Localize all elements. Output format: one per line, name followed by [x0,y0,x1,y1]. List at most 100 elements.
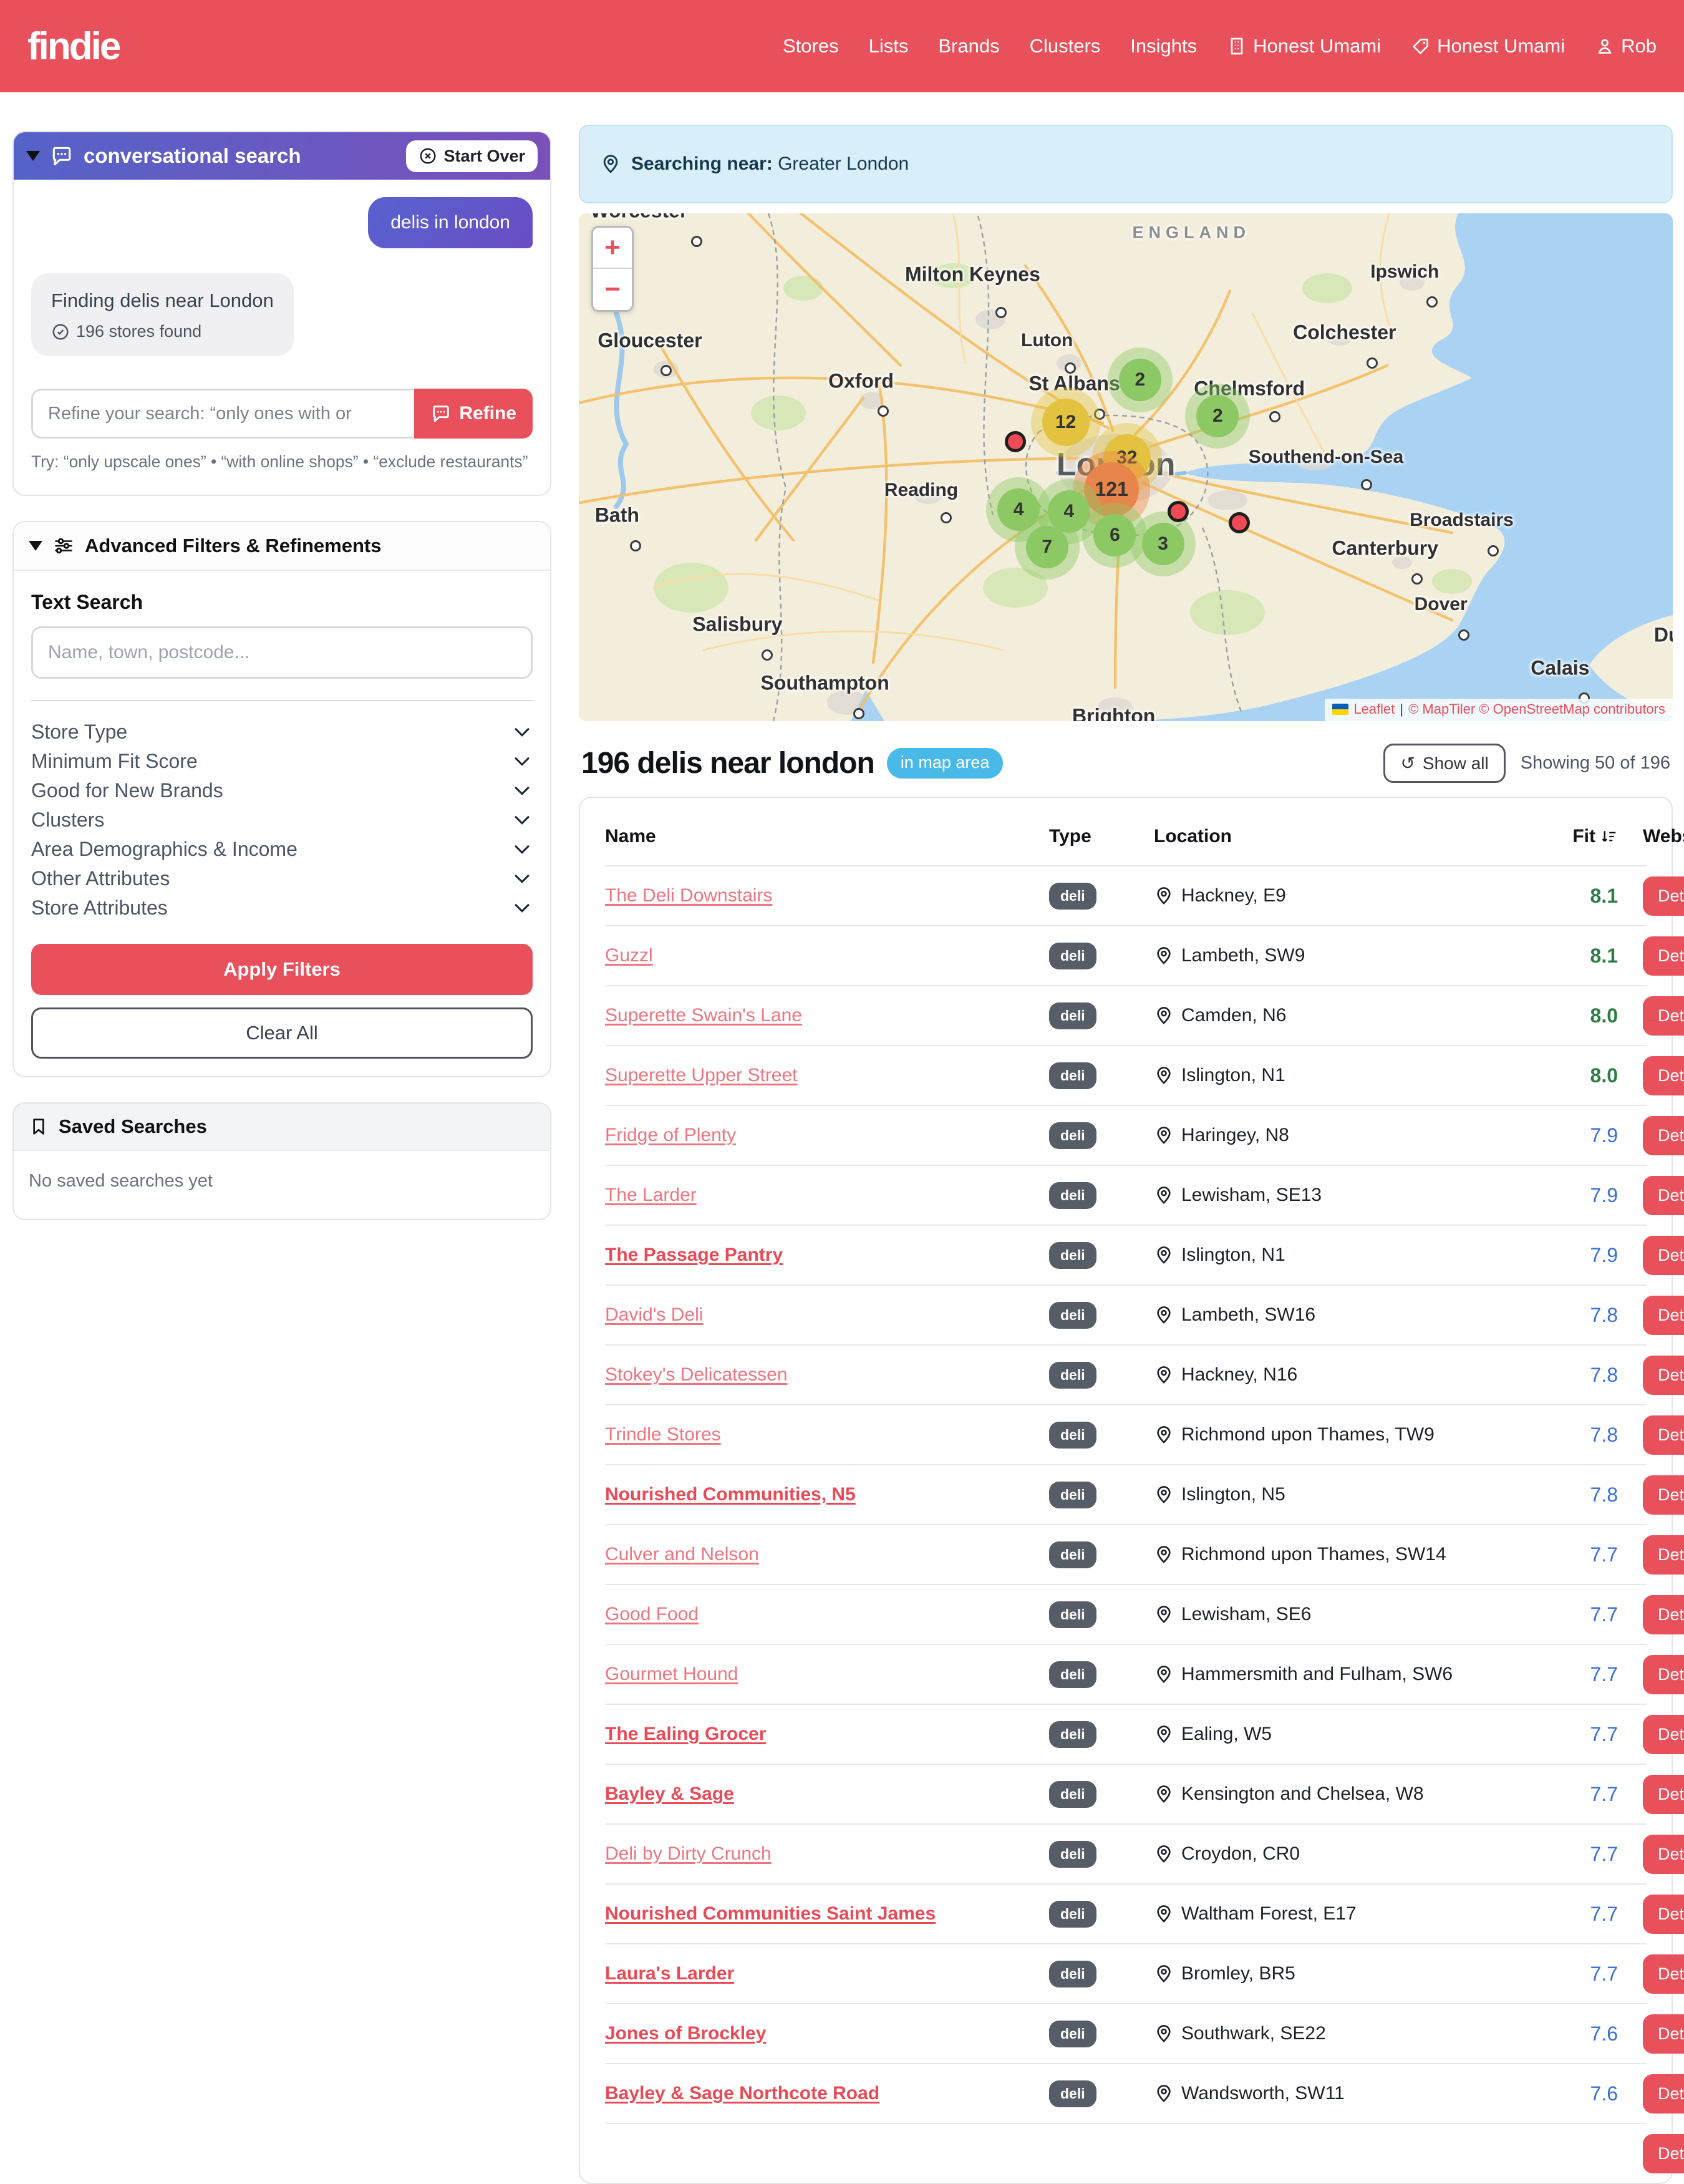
fit-score: 7.6 [1548,2022,1618,2046]
details-button[interactable]: Details [1643,1475,1684,1515]
details-button[interactable]: Details [1643,2134,1684,2173]
nav-item-lists[interactable]: Lists [869,35,909,57]
store-link[interactable]: Bayley & Sage [605,1784,1024,1805]
filter-section-minimum-fit-score[interactable]: Minimum Fit Score [31,747,533,776]
nav-item-brand-honest-umami[interactable]: Honest Umami [1411,35,1565,57]
store-link[interactable]: Laura's Larder [605,1963,1024,1984]
filter-section-good-for-new-brands[interactable]: Good for New Brands [31,776,533,805]
store-link[interactable]: The Larder [605,1185,1024,1206]
store-link[interactable]: Good Food [605,1604,1024,1625]
collapse-triangle-icon[interactable] [29,541,42,551]
fit-score: 7.7 [1548,1783,1618,1806]
details-button[interactable]: Details [1643,1954,1684,1994]
store-link[interactable]: David's Deli [605,1304,1024,1326]
filter-section-store-type[interactable]: Store Type [31,717,533,747]
chevron-down-icon[interactable] [511,721,533,742]
nav-item-user-rob[interactable]: Rob [1595,35,1657,57]
chevron-down-icon[interactable] [511,750,533,772]
store-marker[interactable] [1168,501,1189,522]
details-button[interactable]: Details [1643,1296,1684,1335]
details-button[interactable]: Details [1643,1775,1684,1814]
nav-item-insights[interactable]: Insights [1130,35,1197,57]
clear-all-button[interactable]: Clear All [31,1007,533,1059]
details-button[interactable]: Details [1643,1116,1684,1155]
fit-score: 7.9 [1548,1124,1618,1147]
nav-item-stores[interactable]: Stores [783,35,839,57]
store-link[interactable]: Culver and Nelson [605,1544,1024,1565]
refine-search-input[interactable] [31,389,414,439]
filter-section-other-attributes[interactable]: Other Attributes [31,864,533,893]
details-button[interactable]: Details [1643,2014,1684,2054]
details-button[interactable]: Details [1643,1535,1684,1575]
store-link[interactable]: Gourmet Hound [605,1664,1024,1685]
store-link[interactable]: The Passage Pantry [605,1245,1024,1266]
store-link[interactable]: Superette Swain's Lane [605,1005,1024,1026]
show-all-button[interactable]: ↺ Show all [1383,744,1505,783]
app-logo[interactable]: findie [27,24,119,69]
table-row: Bayley & SagedeliKensington and Chelsea,… [605,1764,1647,1823]
apply-filters-button[interactable]: Apply Filters [31,944,533,995]
store-link[interactable]: Guzzl [605,945,1024,966]
chevron-down-icon[interactable] [511,809,533,830]
chevron-down-icon[interactable] [511,897,533,918]
details-button[interactable]: Details [1643,1056,1684,1095]
filter-section-store-attributes[interactable]: Store Attributes [31,893,533,923]
chevron-down-icon[interactable] [511,838,533,860]
store-link[interactable]: Bayley & Sage Northcote Road [605,2083,1024,2104]
filter-section-clusters[interactable]: Clusters [31,805,533,835]
column-header-fit[interactable]: Fit [1548,826,1618,847]
details-button[interactable]: Details [1643,1715,1684,1754]
filter-section-area-demographics-income[interactable]: Area Demographics & Income [31,835,533,864]
store-link[interactable]: Nourished Communities Saint James [605,1903,1024,1924]
store-link[interactable]: Trindle Stores [605,1424,1024,1445]
chevron-down-icon[interactable] [511,780,533,801]
refine-button[interactable]: Refine [414,389,533,439]
zoom-out-button[interactable]: − [593,269,632,310]
map-cluster-marker[interactable]: 3 [1131,512,1196,576]
nav-item-clusters[interactable]: Clusters [1030,35,1101,57]
details-button[interactable]: Details [1643,1835,1684,1874]
store-marker[interactable] [1229,512,1250,533]
sort-descending-icon [1599,827,1618,846]
details-button[interactable]: Details [1643,1595,1684,1634]
leaflet-link[interactable]: Leaflet [1353,701,1395,717]
column-header-name[interactable]: Name [605,826,1024,847]
collapse-triangle-icon[interactable] [26,151,40,161]
store-link[interactable]: Stokey's Delicatessen [605,1364,1024,1386]
details-button[interactable]: Details [1643,1895,1684,1934]
advanced-filters-header[interactable]: Advanced Filters & Refinements [14,522,550,571]
details-button[interactable]: Details [1643,996,1684,1036]
text-search-input[interactable] [31,626,533,679]
store-link[interactable]: The Deli Downstairs [605,885,1024,906]
store-marker[interactable] [1005,431,1026,452]
store-link[interactable]: Jones of Brockley [605,2023,1024,2044]
store-link[interactable]: Deli by Dirty Crunch [605,1843,1024,1865]
nav-item-org-honest-umami[interactable]: Honest Umami [1227,35,1381,57]
details-button[interactable]: Details [1643,1356,1684,1395]
details-button[interactable]: Details [1643,1176,1684,1215]
details-button[interactable]: Details [1643,936,1684,976]
nav-item-brands[interactable]: Brands [938,35,999,57]
map-cluster-marker[interactable]: 7 [1015,515,1080,580]
map[interactable]: + − WorcesterENGLANDMilton KeynesIpswich… [579,213,1673,721]
zoom-in-button[interactable]: + [593,228,632,269]
store-link[interactable]: Superette Upper Street [605,1065,1024,1086]
column-header-website[interactable]: Website [1643,826,1684,847]
details-button[interactable]: Details [1643,1415,1684,1455]
store-link[interactable]: Fridge of Plenty [605,1125,1024,1146]
details-button[interactable]: Details [1643,1236,1684,1275]
conversational-search-header[interactable]: conversational search Start Over [14,132,550,180]
column-header-type[interactable]: Type [1049,826,1129,847]
chevron-down-icon[interactable] [511,868,533,889]
store-link[interactable]: The Ealing Grocer [605,1724,1024,1745]
details-button[interactable]: Details [1643,1655,1684,1694]
details-button[interactable]: Details [1643,2074,1684,2114]
store-link[interactable]: Nourished Communities, N5 [605,1484,1024,1505]
tiles-credit-link[interactable]: © MapTiler © OpenStreetMap contributors [1408,701,1665,717]
map-cluster-marker[interactable]: 2 [1185,384,1250,449]
start-over-button[interactable]: Start Over [406,140,538,172]
details-button[interactable]: Details [1643,876,1684,916]
map-cluster-marker[interactable]: 2 [1108,347,1173,412]
column-header-location[interactable]: Location [1154,826,1523,847]
map-cluster-marker[interactable]: 12 [1031,387,1101,457]
